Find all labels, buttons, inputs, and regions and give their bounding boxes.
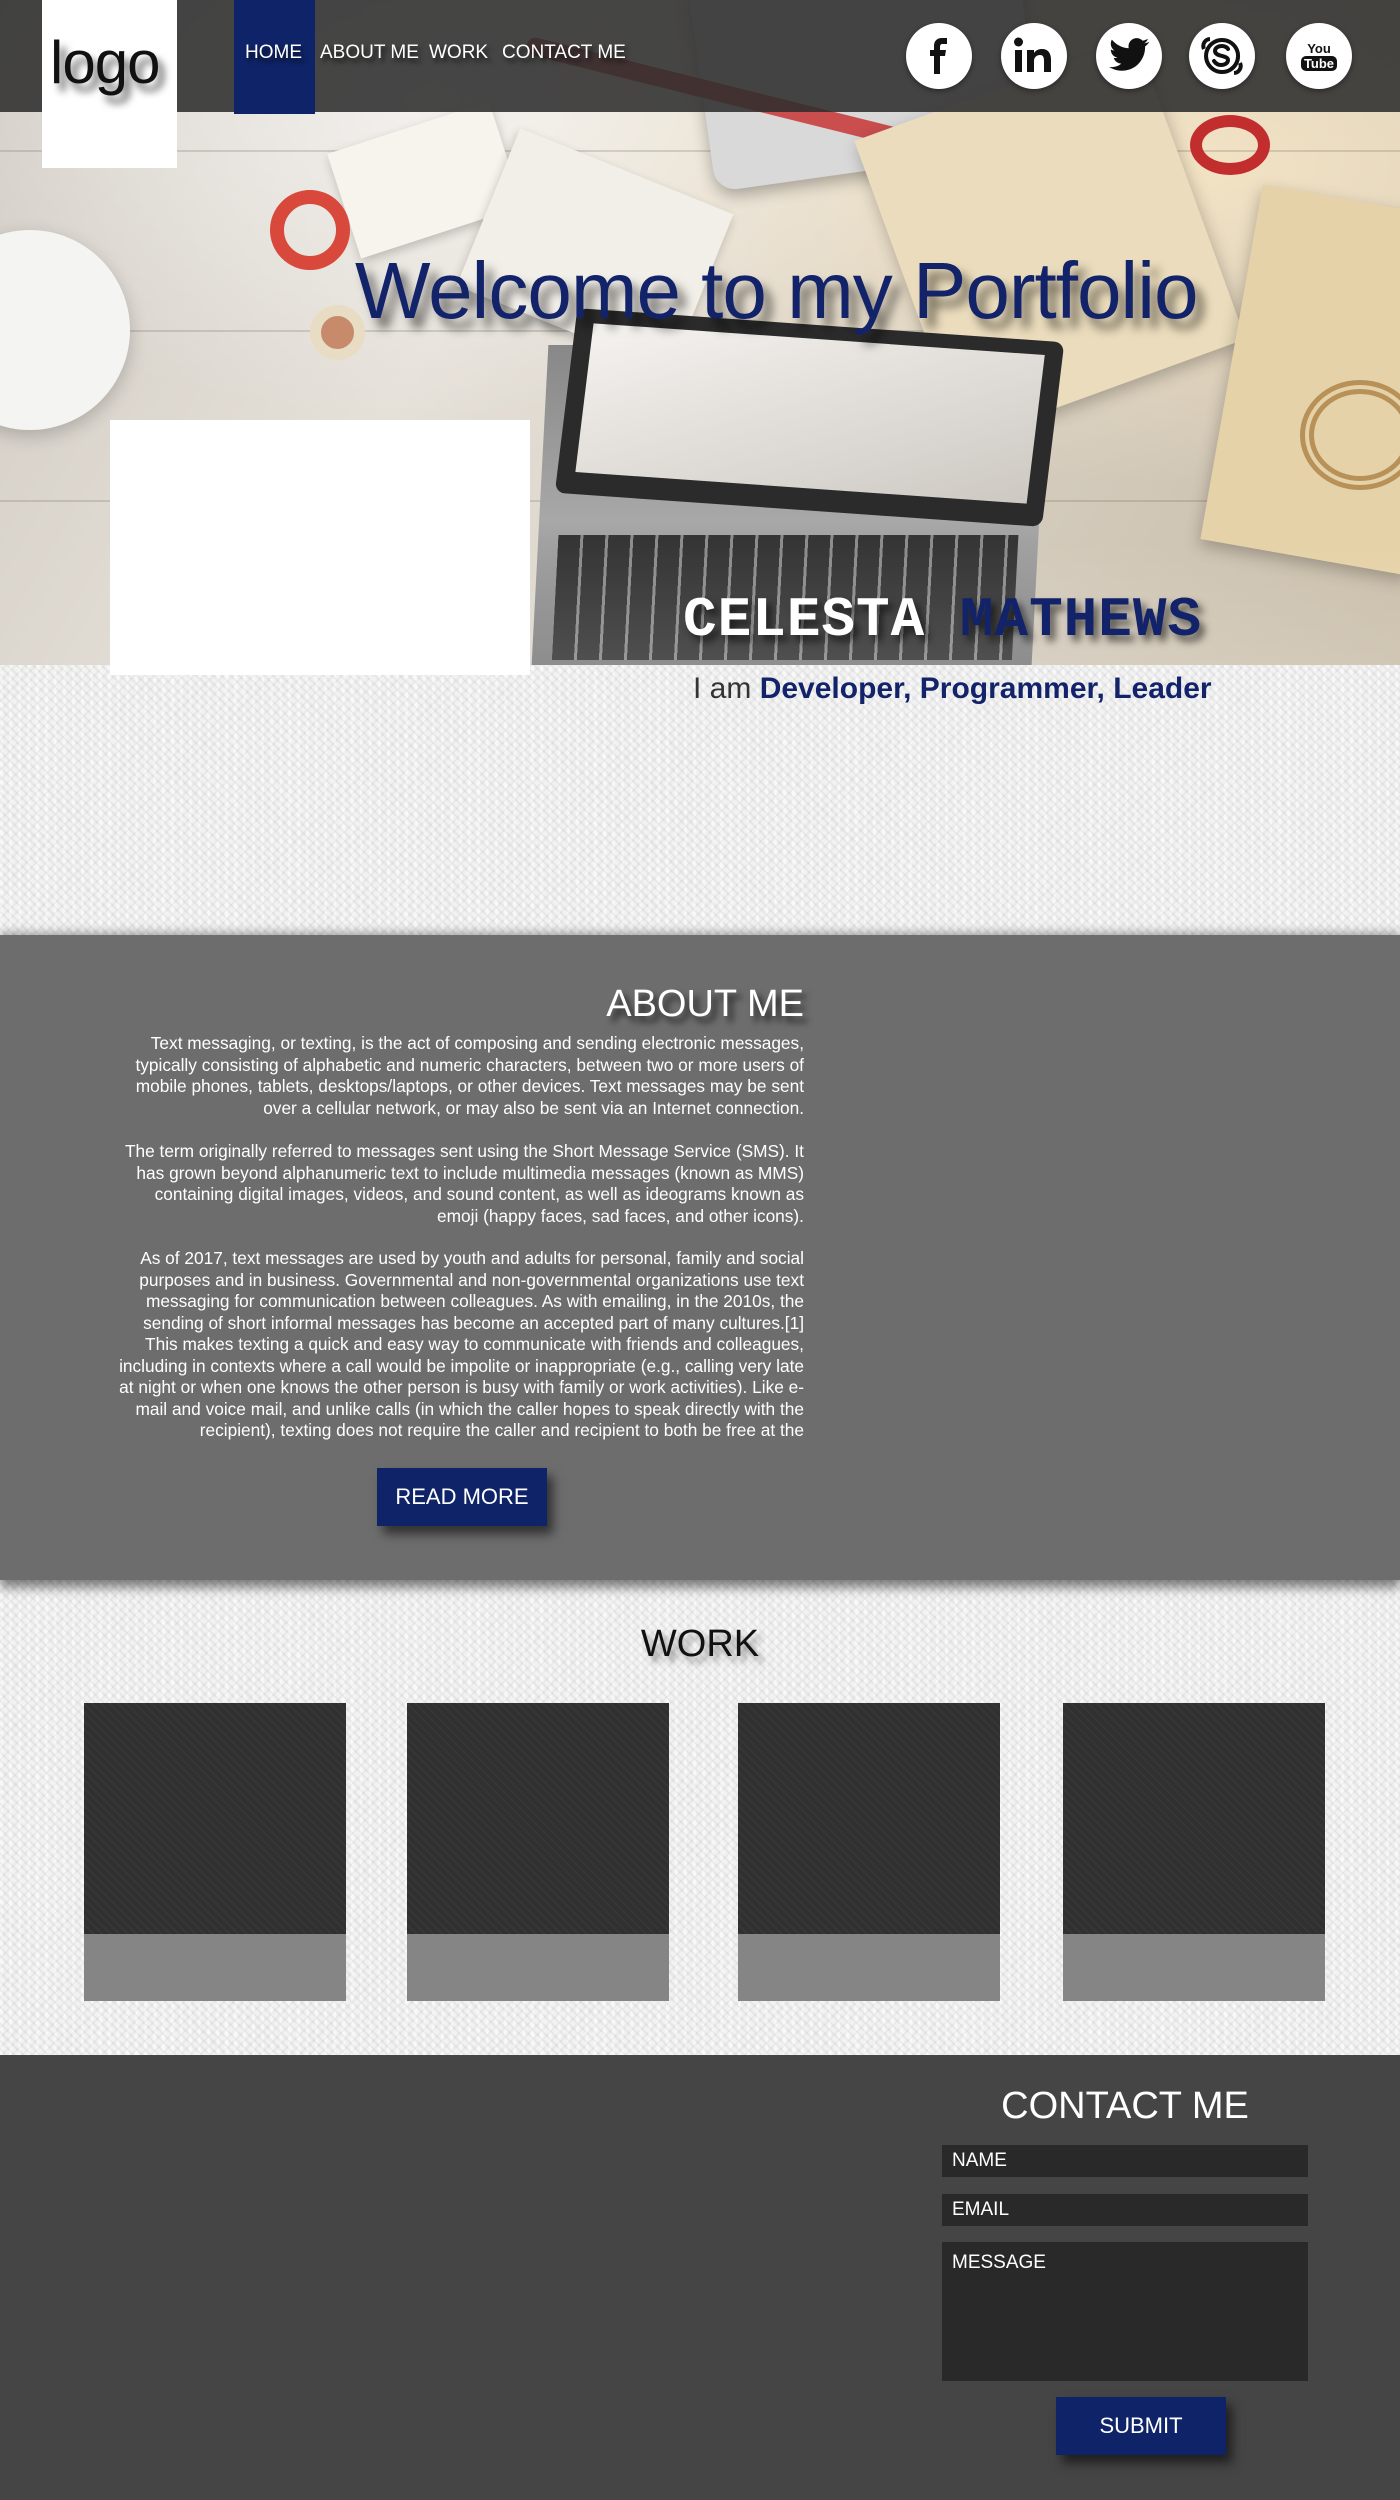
work-card[interactable] xyxy=(84,1703,346,2001)
tape-roll-image xyxy=(270,190,350,270)
about-paragraph: As of 2017, text messages are used by yo… xyxy=(119,1248,804,1440)
logo-text: logo xyxy=(50,29,160,96)
work-card[interactable] xyxy=(407,1703,669,2001)
ribbon-roll-image xyxy=(1190,115,1270,175)
hero-tagline: I am Developer, Programmer, Leader xyxy=(693,672,1212,706)
nav-contact-me[interactable]: CONTACT ME xyxy=(502,42,626,64)
about-paragraph: The term originally referred to messages… xyxy=(124,1141,804,1226)
hero-first-name: CELESTA xyxy=(683,588,926,652)
work-thumbnail xyxy=(84,1703,346,1934)
tagline-roles: Developer, Programmer, Leader xyxy=(759,672,1212,705)
laptop-screen xyxy=(554,308,1065,527)
email-field[interactable] xyxy=(942,2194,1308,2226)
nav-home[interactable]: HOME xyxy=(245,42,302,64)
about-title: ABOUT ME xyxy=(606,983,804,1025)
hero-full-name: CELESTA MATHEWS xyxy=(683,588,1202,652)
logo[interactable]: logo xyxy=(42,0,177,168)
skype-icon[interactable] xyxy=(1189,23,1255,89)
contact-section: CONTACT ME SUBMIT xyxy=(0,2055,1400,2500)
hero-last-name: MATHEWS xyxy=(959,588,1203,652)
name-field[interactable] xyxy=(942,2145,1308,2177)
youtube-tube-text: Tube xyxy=(1300,55,1338,71)
facebook-icon[interactable] xyxy=(906,23,972,89)
laptop-screen-glass xyxy=(575,323,1045,504)
work-thumbnail xyxy=(1063,1703,1325,1934)
nav-about-me[interactable]: ABOUT ME xyxy=(320,42,419,64)
submit-button[interactable]: SUBMIT xyxy=(1056,2397,1226,2455)
message-field[interactable] xyxy=(942,2242,1308,2381)
teapot-image xyxy=(0,230,130,430)
nav-work[interactable]: WORK xyxy=(429,42,488,64)
about-paragraph: Text messaging, or texting, is the act o… xyxy=(135,1033,804,1118)
read-more-button[interactable]: READ MORE xyxy=(377,1468,547,1526)
work-thumbnail xyxy=(407,1703,669,1934)
contact-title: CONTACT ME xyxy=(1001,2085,1249,2127)
profile-photo-placeholder xyxy=(110,420,530,675)
work-card[interactable] xyxy=(738,1703,1000,2001)
about-section: ABOUT ME Text messaging, or texting, is … xyxy=(0,935,1400,1580)
work-title: WORK xyxy=(640,1623,760,1665)
youtube-icon[interactable]: You Tube xyxy=(1286,23,1352,89)
tagline-prefix: I am xyxy=(693,672,752,705)
youtube-logo: You Tube xyxy=(1300,40,1338,71)
work-thumbnail xyxy=(738,1703,1000,1934)
twitter-icon[interactable] xyxy=(1096,23,1162,89)
work-card[interactable] xyxy=(1063,1703,1325,2001)
youtube-you-text: You xyxy=(1307,40,1331,56)
hero-welcome-heading: Welcome to my Portfolio xyxy=(355,246,1198,335)
linkedin-icon[interactable] xyxy=(1001,23,1067,89)
